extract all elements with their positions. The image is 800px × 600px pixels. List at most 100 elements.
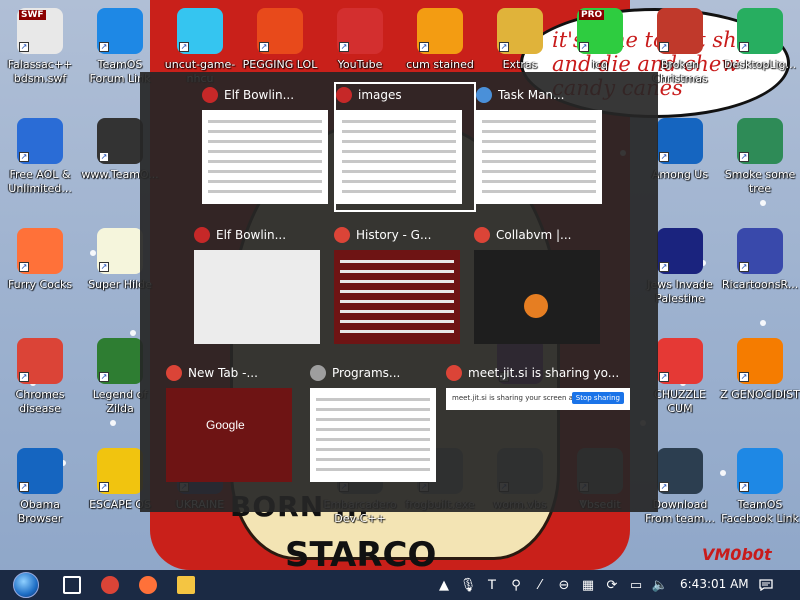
thumbnail-row: [342, 170, 456, 173]
shortcut-arrow-icon: ↗: [739, 262, 749, 272]
thumbnail-row: [340, 270, 454, 273]
christmas-tree-icon: ↗: [737, 118, 783, 164]
thumbnail-row: [342, 120, 456, 123]
window-thumbnail: [202, 110, 328, 204]
window-thumbnail: [194, 250, 320, 344]
christmas-ornament-icon: ↗: [657, 8, 703, 54]
shortcut-arrow-icon: ↗: [739, 152, 749, 162]
elf-bowling-icon: [194, 227, 210, 243]
sync-icon[interactable]: ⟳: [602, 570, 622, 600]
shortcut-arrow-icon: ↗: [579, 42, 589, 52]
cartoon-character-icon: ↗: [737, 228, 783, 274]
taskbar-button[interactable]: [56, 570, 88, 600]
window-title: New Tab -...: [188, 366, 258, 380]
desktop-icon-label: Chromes disease: [15, 388, 65, 415]
document-icon: ↗: [657, 448, 703, 494]
thumbnail-row: [208, 140, 322, 143]
mahjong-tile-icon: ↗: [97, 448, 143, 494]
among-us-icon: ↗: [657, 118, 703, 164]
shortcut-arrow-icon: ↗: [339, 42, 349, 52]
task-view-icon: [63, 576, 81, 594]
volume-icon[interactable]: 🔈: [650, 570, 670, 600]
desktop-icon[interactable]: ↗ Obama Browser: [0, 440, 80, 540]
thumbnail-row: [482, 140, 596, 143]
thumbnail-row: [482, 180, 596, 183]
thumbnail-row: [342, 130, 456, 133]
slash-icon[interactable]: ⁄: [530, 570, 550, 600]
switcher-window-6[interactable]: New Tab -... Google: [166, 362, 304, 488]
desktop-icon[interactable]: ↗ DesktopLig...: [720, 0, 800, 100]
microphone-icon[interactable]: 🎙: [458, 570, 478, 600]
desktop-icon-label: TeamOS Facebook Link: [721, 498, 799, 525]
window-title: History - G...: [356, 228, 432, 242]
switcher-window-0[interactable]: Elf Bowlin...: [202, 84, 340, 210]
shortcut-arrow-icon: ↗: [739, 372, 749, 382]
shortcut-arrow-icon: ↗: [19, 482, 29, 492]
window-thumbnail: [334, 250, 460, 344]
taskbar-clock[interactable]: 6:43:01 AM: [680, 577, 749, 591]
z-logo-icon: ↗: [737, 338, 783, 384]
swf-file-icon: SWF ↗: [17, 8, 63, 54]
desktop-icon[interactable]: SWF ↗ Falassac++ bdsm.swf: [0, 0, 80, 100]
shortcut-arrow-icon: ↗: [19, 152, 29, 162]
desktop-icon-label: cum stained: [406, 58, 474, 71]
start-button[interactable]: [10, 570, 42, 600]
shortcut-arrow-icon: ↗: [99, 262, 109, 272]
thumbnail-row: [208, 150, 322, 153]
switcher-window-2[interactable]: Task Man...: [476, 84, 614, 210]
desktop-icon-label: Furry Cocks: [7, 278, 73, 291]
gear-icon: ↗: [97, 8, 143, 54]
stop-sharing-button[interactable]: Stop sharing: [571, 392, 624, 404]
shortcut-arrow-icon: ↗: [19, 262, 29, 272]
thumbnail-row: [316, 468, 430, 471]
switcher-window-8[interactable]: meet.jit.si is sharing yo... meet.jit.si …: [446, 362, 632, 488]
chrome-icon: [474, 227, 490, 243]
windows-start-orb-icon: [13, 572, 39, 598]
taskbar-button[interactable]: [132, 570, 164, 600]
desktop-icon-label: YouTube: [337, 58, 383, 71]
shortcut-arrow-icon: ↗: [19, 372, 29, 382]
ornament-ball-icon: ↗: [657, 228, 703, 274]
chevron-up-icon[interactable]: ▲: [434, 570, 454, 600]
thumbnail-row: [482, 120, 596, 123]
desktop-icon[interactable]: ↗ TeamOS Facebook Link: [720, 440, 800, 540]
notification-icon[interactable]: [756, 570, 776, 600]
shortcut-arrow-icon: ↗: [739, 482, 749, 492]
desktop-icon[interactable]: ↗ Chromes disease: [0, 330, 80, 430]
window-title-bar: History - G...: [334, 224, 472, 246]
switcher-window-7[interactable]: Programs...: [310, 362, 448, 488]
shortcut-arrow-icon: ↗: [659, 152, 669, 162]
desktop-icon[interactable]: ↗ Z GENOCIDIST: [720, 330, 800, 430]
switcher-window-4[interactable]: History - G...: [334, 224, 472, 350]
chrome-icon: ↗: [17, 338, 63, 384]
window-title: images: [358, 88, 402, 102]
shortcut-arrow-icon: ↗: [99, 152, 109, 162]
desktop-icon-label: Extras: [502, 58, 538, 71]
switcher-window-1[interactable]: images: [334, 82, 476, 212]
taskbar-button[interactable]: [170, 570, 202, 600]
thumbnail-row: [208, 170, 322, 173]
desktop-icon[interactable]: ↗ Furry Cocks: [0, 220, 80, 320]
shortcut-arrow-icon: ↗: [739, 42, 749, 52]
switcher-window-5[interactable]: Collabvm |...: [474, 224, 612, 350]
window-title: Elf Bowlin...: [216, 228, 287, 242]
window-title: meet.jit.si is sharing yo...: [468, 366, 620, 380]
thumbnail-row: [208, 130, 322, 133]
window-title: Collabvm |...: [496, 228, 572, 242]
thumbnail-row: [340, 280, 454, 283]
search-magnifier-icon[interactable]: ⚲: [506, 570, 526, 600]
zelda-character-icon: ↗: [97, 338, 143, 384]
desktop-icon[interactable]: ↗ Free AOL & Unlimited...: [0, 110, 80, 210]
taskbar-button[interactable]: [94, 570, 126, 600]
thumbnail-row: [340, 330, 454, 333]
tb-icon[interactable]: ꓔ: [482, 570, 502, 600]
google-logo-text: Google: [206, 418, 245, 432]
desktop-icon[interactable]: ↗ RicartoonsR...: [720, 220, 800, 320]
desktop-icon[interactable]: ↗ Smoke some tree: [720, 110, 800, 210]
switcher-window-3[interactable]: Elf Bowlin...: [194, 224, 332, 350]
network-icon[interactable]: ▭: [626, 570, 646, 600]
programs-icon: [310, 365, 326, 381]
chrome-icon: [101, 576, 119, 594]
no-entry-icon[interactable]: ⊖: [554, 570, 574, 600]
grid-icon[interactable]: ▦: [578, 570, 598, 600]
